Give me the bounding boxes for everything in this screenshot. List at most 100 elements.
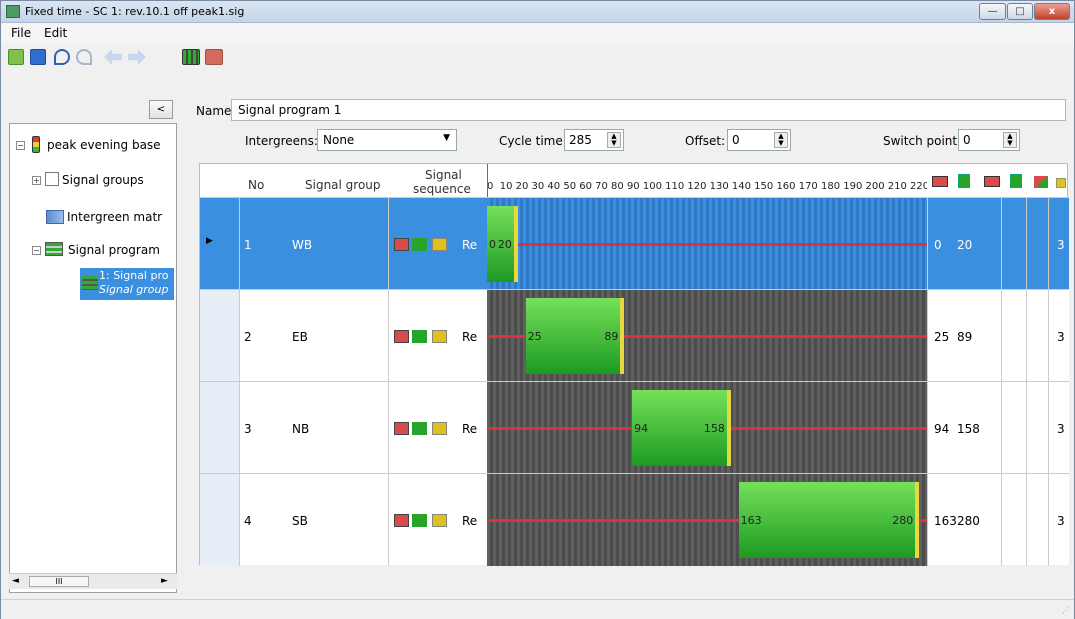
green-start-label: 25 [527, 330, 542, 343]
row-header[interactable] [200, 382, 240, 474]
tree-expander[interactable]: + [32, 176, 41, 185]
scroll-thumb[interactable]: III [29, 576, 89, 587]
tree-root[interactable]: peak evening base [47, 138, 161, 152]
intergreens-value: None [323, 133, 355, 147]
intergreens-select[interactable]: None ▼ [317, 129, 457, 151]
row-header[interactable] [200, 474, 240, 566]
signal-program-node-icon [82, 276, 98, 290]
intergreen-matrix-icon [46, 210, 64, 224]
intergreen-icon[interactable] [205, 49, 223, 65]
cell-divider [1026, 382, 1027, 474]
app-window: Fixed time - SC 1: rev.10.1 off peak1.si… [0, 0, 1075, 619]
red-end-column-icon [984, 176, 1000, 187]
amber-value[interactable]: 3 [1057, 238, 1065, 252]
tree-item-intergreen[interactable]: Intergreen matr [67, 210, 162, 224]
switch-point-value: 0 [963, 133, 971, 147]
green-start-value[interactable]: 94 [934, 422, 949, 436]
green-end-label: 280 [892, 514, 914, 527]
signal-group-name[interactable]: SB [292, 514, 308, 528]
signal-timeline[interactable]: 94 158 [487, 382, 927, 474]
table-row[interactable]: 3 NB Re 94 158 94 158 3 [200, 381, 1069, 474]
minimize-button[interactable]: — [979, 3, 1006, 20]
back-icon[interactable] [104, 49, 122, 65]
redo-icon[interactable] [76, 49, 92, 65]
selected-item-sublabel: Signal group [99, 283, 169, 296]
tree-expander[interactable]: − [16, 141, 25, 150]
green-start-value[interactable]: 0 [934, 238, 942, 252]
amber-column-icon [1056, 178, 1066, 188]
scroll-right-arrow[interactable]: ► [161, 576, 168, 586]
amber-signal-icon [432, 514, 447, 527]
amber-value[interactable]: 3 [1057, 422, 1065, 436]
cycle-time-label: Cycle time: [499, 134, 567, 148]
signal-group-name[interactable]: NB [292, 422, 309, 436]
name-field[interactable]: Signal program 1 [231, 99, 1066, 121]
signal-timeline[interactable]: 0 20 [487, 198, 927, 290]
undo-icon[interactable] [54, 49, 70, 65]
signal-timeline[interactable]: 163 280 [487, 474, 927, 566]
signal-group-name[interactable]: EB [292, 330, 308, 344]
signal-group-name[interactable]: WB [292, 238, 312, 252]
green-signal-icon [412, 238, 427, 251]
signal-program-icon [45, 242, 63, 256]
green-end-value[interactable]: 280 [957, 514, 980, 528]
cell-divider [388, 382, 389, 474]
table-row[interactable]: 2 EB Re 25 89 25 89 3 [200, 289, 1069, 382]
row-number: 3 [244, 422, 252, 436]
cell-divider [1026, 474, 1027, 566]
cell-divider [1001, 474, 1002, 566]
resize-grip-icon[interactable]: ⋰ [1062, 606, 1070, 615]
offset-value: 0 [732, 133, 740, 147]
signal-timeline[interactable]: 25 89 [487, 290, 927, 382]
controller-icon [32, 136, 40, 153]
switch-point-input[interactable]: 0 ▲ ▼ [958, 129, 1020, 151]
offset-spinner[interactable]: ▲ ▼ [774, 132, 788, 148]
app-icon [6, 5, 20, 18]
close-button[interactable]: x [1034, 3, 1070, 20]
row-header[interactable]: ▶ [200, 198, 240, 290]
title-bar: Fixed time - SC 1: rev.10.1 off peak1.si… [1, 1, 1074, 23]
green-start-value[interactable]: 163 [934, 514, 957, 528]
cycle-time-input[interactable]: 285 ▲ ▼ [564, 129, 624, 151]
green-start-label: 163 [740, 514, 762, 527]
collapse-panel-button[interactable]: < [149, 100, 173, 119]
cycle-time-spinner[interactable]: ▲ ▼ [607, 132, 621, 148]
tree-expander[interactable]: − [32, 246, 41, 255]
amber-value[interactable]: 3 [1057, 330, 1065, 344]
menu-file[interactable]: File [11, 26, 31, 40]
menu-bar: File Edit [1, 23, 1074, 43]
offset-input[interactable]: 0 ▲ ▼ [727, 129, 791, 151]
green-interval-bar[interactable]: 25 89 [525, 298, 625, 374]
cell-divider [388, 290, 389, 382]
green-interval-bar[interactable]: 94 158 [632, 390, 731, 466]
tree-item-signal-groups[interactable]: Signal groups [62, 173, 144, 187]
table-row[interactable]: ▶ 1 WB Re 0 20 0 20 3 [200, 197, 1069, 290]
save-icon[interactable] [30, 49, 46, 65]
menu-edit[interactable]: Edit [44, 26, 67, 40]
green-interval-bar[interactable]: 0 20 [487, 206, 518, 282]
green-end-value[interactable]: 89 [957, 330, 972, 344]
intergreens-label: Intergreens: [245, 134, 318, 148]
scroll-left-arrow[interactable]: ◄ [12, 576, 19, 586]
green-signal-icon [412, 514, 427, 527]
amber-value[interactable]: 3 [1057, 514, 1065, 528]
offset-label: Offset: [685, 134, 726, 148]
tree-item-signal-program[interactable]: Signal program [68, 243, 160, 257]
tree-horizontal-scrollbar[interactable]: ◄ III ► [9, 573, 177, 589]
forward-icon[interactable] [128, 49, 146, 65]
table-row[interactable]: 4 SB Re 163 280 163 280 3 [200, 473, 1069, 566]
green-start-value[interactable]: 25 [934, 330, 949, 344]
cell-divider [1026, 198, 1027, 290]
switch-point-spinner[interactable]: ▲ ▼ [1003, 132, 1017, 148]
open-icon[interactable] [8, 49, 24, 65]
green-interval-bar[interactable]: 163 280 [738, 482, 920, 558]
maximize-button[interactable]: □ [1007, 3, 1033, 20]
sequence-label: Re [462, 422, 478, 436]
cell-divider [1026, 290, 1027, 382]
green-end-value[interactable]: 158 [957, 422, 980, 436]
row-header[interactable] [200, 290, 240, 382]
green-end-value[interactable]: 20 [957, 238, 972, 252]
signal-program-icon[interactable] [182, 49, 200, 65]
cell-divider [1001, 382, 1002, 474]
red-signal-icon [394, 422, 409, 435]
